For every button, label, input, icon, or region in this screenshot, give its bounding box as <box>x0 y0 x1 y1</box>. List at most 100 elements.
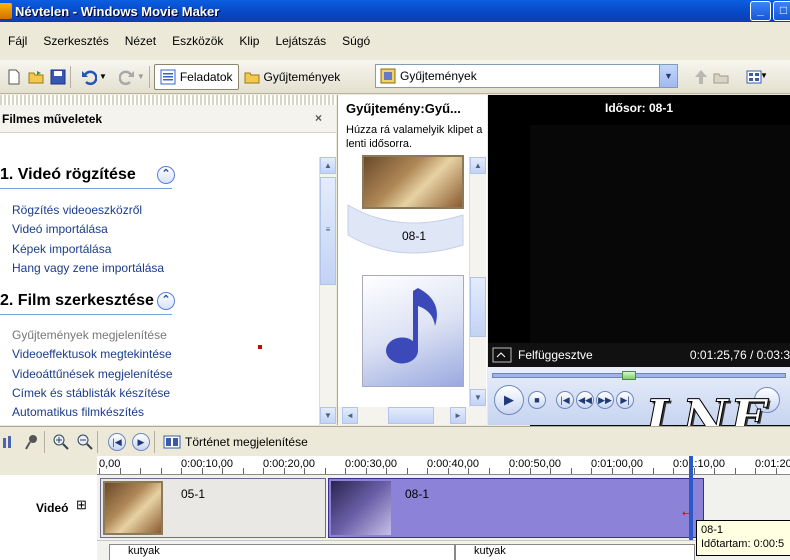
ruler-tick <box>652 468 654 474</box>
playhead-indicator[interactable] <box>689 456 693 540</box>
storyboard-icon[interactable] <box>163 434 181 450</box>
timeline-ruler[interactable]: 0,00 0:00:10,00 0:00:20,00 0:00:30,00 0:00:4… <box>97 456 790 475</box>
toolbar-separator <box>44 430 45 453</box>
save-project-icon[interactable] <box>50 69 66 85</box>
undo-dropdown-icon[interactable]: ▼ <box>99 72 107 81</box>
combo-arrow-icon[interactable]: ▼ <box>659 65 677 87</box>
scroll-down-icon[interactable]: ▼ <box>470 389 486 406</box>
playback-time: 0:01:25,76 / 0:03:3 <box>689 348 790 362</box>
stop-button[interactable]: ■ <box>528 391 546 409</box>
new-project-icon[interactable] <box>6 69 22 85</box>
ruler-tick <box>140 468 141 474</box>
collection-combo[interactable]: Gyűjtemények ▼ <box>375 64 678 88</box>
ruler-tick <box>509 468 510 474</box>
menu-file[interactable]: Fájl <box>8 34 27 48</box>
previous-frame-button[interactable]: |◀ <box>556 391 574 409</box>
task-link-import-video[interactable]: Videó importálása <box>12 222 108 236</box>
narrate-timeline-icon[interactable] <box>24 434 40 450</box>
scroll-left-icon[interactable]: ◄ <box>342 407 358 424</box>
scroll-thumb[interactable]: ≡ <box>320 177 336 285</box>
zoom-in-icon[interactable] <box>53 434 69 450</box>
collections-button[interactable]: Gyűjtemények <box>239 64 346 90</box>
collapse-capture-icon[interactable]: ⌃ <box>157 166 175 184</box>
audio-clip-kutyak-2[interactable]: kutyak <box>455 544 695 560</box>
menu-view[interactable]: Nézet <box>125 34 156 48</box>
movie-tasks-pane: Filmes műveletek × 1. Videó rögzítése ⌃ … <box>0 95 336 425</box>
scroll-up-icon[interactable]: ▲ <box>320 157 336 174</box>
ruler-tick <box>591 468 592 474</box>
menu-edit[interactable]: Szerkesztés <box>43 34 108 48</box>
scroll-right-icon[interactable]: ► <box>450 407 466 424</box>
redo-icon[interactable] <box>118 69 135 85</box>
section-title-capture[interactable]: 1. Videó rögzítése <box>0 166 136 184</box>
menu-tools[interactable]: Eszközök <box>172 34 223 48</box>
redo-dropdown-icon[interactable]: ▼ <box>137 72 145 81</box>
rewind-button[interactable]: ◀◀ <box>576 391 594 409</box>
section-divider <box>0 188 172 189</box>
task-link-automovie[interactable]: Automatikus filmkészítés <box>12 405 144 419</box>
split-icon[interactable] <box>492 347 512 363</box>
seek-thumb[interactable] <box>621 371 636 380</box>
task-link-import-audio[interactable]: Hang vagy zene importálása <box>12 261 164 275</box>
tasks-button[interactable]: Feladatok <box>153 63 239 90</box>
toolbar-separator <box>97 430 98 453</box>
video-track[interactable]: 05-1 08-1 ↔ <box>97 456 790 540</box>
task-link-show-collections[interactable]: Gyűjtemények megjelenítése <box>12 328 167 342</box>
scroll-up-icon[interactable]: ▲ <box>470 157 486 174</box>
ruler-label: 0:00:50,00 <box>509 458 561 470</box>
show-storyboard-label[interactable]: Történet megjelenítése <box>185 435 308 449</box>
task-link-titles-credits[interactable]: Címek és stáblisták készítése <box>12 386 170 400</box>
next-frame-button[interactable]: ▶| <box>616 391 634 409</box>
collection-hscrollbar[interactable]: ◄ ► <box>338 407 487 425</box>
up-folder-icon[interactable] <box>693 69 709 85</box>
hscroll-thumb[interactable] <box>388 407 434 424</box>
scroll-down-icon[interactable]: ▼ <box>320 407 336 424</box>
menu-clip[interactable]: Klip <box>239 34 259 48</box>
task-link-import-pictures[interactable]: Képek importálása <box>12 242 111 256</box>
ruler-tick <box>755 468 756 474</box>
task-pane-scrollbar[interactable]: ▲ ≡ ▼ <box>319 157 336 425</box>
rewind-timeline-button[interactable]: |◀ <box>108 432 126 451</box>
collection-scrollbar[interactable]: ▲ ▼ <box>469 157 486 407</box>
maximize-button[interactable]: □ <box>773 1 790 21</box>
set-audio-levels-icon[interactable] <box>2 434 18 450</box>
clip-05-1-thumbnail <box>103 481 163 535</box>
timeline-clip-08-1[interactable]: 08-1 <box>328 478 704 538</box>
task-link-video-effects[interactable]: Videoeffektusok megtekintése <box>12 347 172 361</box>
task-link-capture-device[interactable]: Rögzítés videoeszközről <box>12 203 142 217</box>
undo-icon[interactable] <box>81 69 97 85</box>
section-title-edit[interactable]: 2. Film szerkesztése <box>0 292 154 310</box>
close-pane-icon[interactable]: × <box>315 111 322 125</box>
views-dropdown-icon[interactable]: ▼ <box>760 71 768 80</box>
task-link-video-transitions[interactable]: Videoáttűnések megjelenítése <box>12 367 173 381</box>
menu-help[interactable]: Súgó <box>342 34 370 48</box>
collections-label: Gyűjtemények <box>263 69 341 84</box>
ruler-tick <box>386 468 387 474</box>
movie-tasks-title: Filmes műveletek <box>2 111 103 126</box>
track-labels: Videó ⊞ <box>0 475 97 560</box>
zoom-out-icon[interactable] <box>77 434 93 450</box>
seek-bar[interactable] <box>492 371 786 380</box>
ruler-tick <box>427 468 428 474</box>
new-folder-icon[interactable] <box>713 69 729 85</box>
collapse-edit-icon[interactable]: ⌃ <box>157 292 175 310</box>
audio-track[interactable]: kutyak kutyak <box>97 540 790 560</box>
audio-clip-thumbnail[interactable] <box>362 275 464 387</box>
tooltip-duration: Időtartam: 0:00:5 <box>701 538 785 550</box>
video-track-label: Videó <box>36 501 69 515</box>
movie-maker-icon <box>0 3 12 19</box>
minimize-button[interactable]: _ <box>750 1 771 21</box>
play-button[interactable]: ▶ <box>494 385 524 415</box>
ruler-label: 0:01:20,00 <box>755 458 790 470</box>
forward-button[interactable]: ▶▶ <box>596 391 614 409</box>
audio-clip-kutyak-1[interactable]: kutyak <box>109 544 455 560</box>
menu-play[interactable]: Lejátszás <box>275 34 326 48</box>
ruler-tick <box>201 468 203 474</box>
open-project-icon[interactable] <box>28 69 44 85</box>
play-timeline-button[interactable]: ▶ <box>132 432 150 451</box>
ruler-tick <box>714 468 715 474</box>
scroll-thumb[interactable] <box>470 277 486 337</box>
timeline-clip-05-1[interactable]: 05-1 <box>100 478 326 538</box>
collection-tree-icon <box>380 68 396 84</box>
expand-video-track-icon[interactable]: ⊞ <box>76 497 87 513</box>
